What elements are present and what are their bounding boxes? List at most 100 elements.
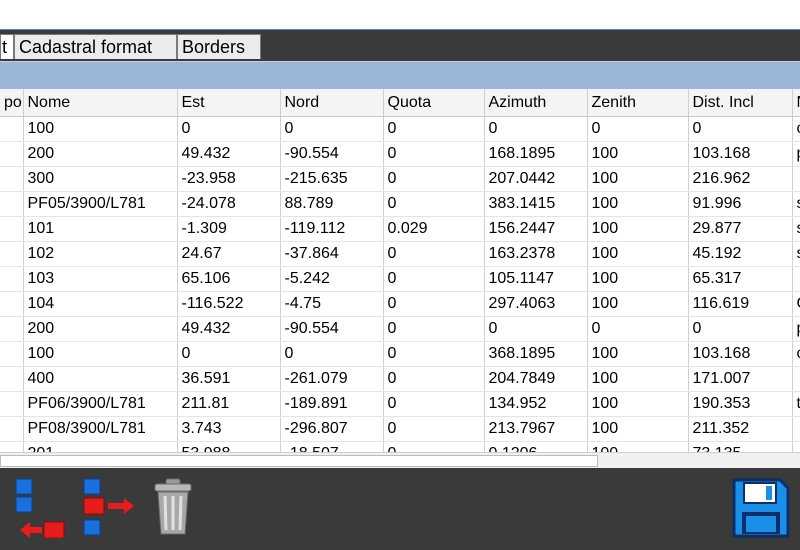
cell-nome[interactable]: 101 [23,216,178,242]
cell-zenith[interactable]: 100 [587,266,689,292]
cell-tipo[interactable] [0,441,24,452]
cell-note[interactable]: s [792,241,800,267]
cell-note[interactable]: c [792,116,800,142]
table-row[interactable]: 300 -23.958 -215.635 0 207.0442 100 216.962 [0,166,800,192]
cell-note[interactable] [792,266,800,292]
cell-dist-incl[interactable]: 65.317 [688,266,793,292]
horizontal-scrollbar[interactable] [0,452,800,468]
save-button[interactable] [732,478,790,538]
cell-tipo[interactable] [0,191,24,217]
column-header-note[interactable]: N [792,89,800,117]
cell-dist-incl[interactable]: 103.168 [688,341,793,367]
cell-zenith[interactable]: 100 [587,191,689,217]
cell-nome[interactable]: 104 [23,291,178,317]
table-row[interactable]: 10224.67-37.8640163.237810045.192s [0,241,800,267]
cell-est[interactable]: -24.078 [177,191,281,217]
cell-nord[interactable]: -296.807 [280,416,384,442]
cell-nord[interactable]: -119.112 [280,216,384,242]
column-header-zenith[interactable]: Zenith [587,89,689,117]
tab-borders[interactable]: Borders [177,34,261,59]
cell-tipo[interactable] [0,166,24,192]
cell-dist-incl[interactable]: 190.353 [688,391,793,417]
cell-note[interactable]: p [792,316,800,342]
cell-azimuth[interactable]: 368.1895 [484,341,588,367]
cell-est[interactable]: 49.432 [177,141,281,167]
cell-dist-incl[interactable]: 171.007 [688,366,793,392]
cell-tipo[interactable] [0,141,24,167]
cell-nord[interactable]: -215.635 [280,166,384,192]
table-row[interactable]: 400 36.591 -261.079 0 204.7849 100 171.007 [0,366,800,392]
cell-dist-incl[interactable]: 103.168 [688,141,793,167]
cell-dist-incl[interactable]: 73.135 [688,441,793,452]
cell-tipo[interactable] [0,316,24,342]
cell-tipo[interactable] [0,241,24,267]
cell-tipo[interactable] [0,266,24,292]
cell-azimuth[interactable]: 297.4063 [484,291,588,317]
cell-zenith[interactable]: 100 [587,166,689,192]
cell-est[interactable]: -1.309 [177,216,281,242]
cell-dist-incl[interactable]: 91.996 [688,191,793,217]
cell-quota[interactable]: 0 [383,341,485,367]
table-row[interactable]: PF06/3900/L781 211.81 -189.891 0 134.952 100 1… [0,391,800,417]
cell-nord[interactable]: -189.891 [280,391,384,417]
column-header-dist-incl[interactable]: Dist. Incl [688,89,793,117]
cell-nome[interactable]: 100 [23,341,178,367]
cell-quota[interactable]: 0 [383,316,485,342]
cell-nome[interactable]: 200 [23,316,178,342]
cell-nome[interactable]: 201 [23,441,178,452]
cell-note[interactable]: - [792,441,800,452]
cell-azimuth[interactable]: 204.7849 [484,366,588,392]
cell-dist-incl[interactable]: 29.877 [688,216,793,242]
cell-nord[interactable]: -90.554 [280,141,384,167]
cell-quota[interactable]: 0 [383,116,485,142]
cell-azimuth[interactable]: 207.0442 [484,166,588,192]
cell-tipo[interactable] [0,416,24,442]
column-header-tipo[interactable]: po [0,89,24,117]
cell-note[interactable]: tr [792,391,800,417]
table-row[interactable]: PF08/3900/L781 3.743 -296.807 0 213.7967 100 2… [0,416,800,442]
column-header-quota[interactable]: Quota [383,89,485,117]
cell-nome[interactable]: 103 [23,266,178,292]
cell-nome[interactable]: 200 [23,141,178,167]
cell-zenith[interactable]: 100 [587,341,689,367]
cell-tipo[interactable] [0,291,24,317]
cell-quota[interactable]: 0 [383,166,485,192]
cell-nord[interactable]: 0 [280,341,384,367]
cell-zenith[interactable]: 100 [587,416,689,442]
cell-est[interactable]: -116.522 [177,291,281,317]
table-row[interactable]: PF05/3900/L781 -24.078 88.789 0 383.1415 100 9… [0,191,800,217]
cell-tipo[interactable] [0,366,24,392]
cell-zenith[interactable]: 0 [587,116,689,142]
cell-azimuth[interactable]: 0 [484,116,588,142]
cell-nord[interactable]: -5.242 [280,266,384,292]
cell-tipo[interactable] [0,216,24,242]
cell-azimuth[interactable]: 383.1415 [484,191,588,217]
cell-azimuth[interactable]: 0.1206 [484,441,588,452]
cell-nome[interactable]: 400 [23,366,178,392]
column-header-azimuth[interactable]: Azimuth [484,89,588,117]
cell-quota[interactable]: 0 [383,291,485,317]
cell-est[interactable]: 3.743 [177,416,281,442]
cell-note[interactable] [792,366,800,392]
table-row[interactable]: 20049.432-90.5540168.1895100103.168p [0,141,800,167]
cell-est[interactable]: 24.67 [177,241,281,267]
cell-quota[interactable]: 0.029 [383,216,485,242]
table-row[interactable]: 100000000c [0,116,800,142]
cell-tipo[interactable] [0,116,24,142]
cell-nome[interactable]: PF08/3900/L781 [23,416,178,442]
table-row[interactable]: 20153.988-18.50700.120610073.135- [0,441,800,452]
table-row[interactable]: 103 65.106 -5.242 0 105.1147 100 65.317 [0,266,800,292]
cell-nord[interactable]: 0 [280,116,384,142]
cell-est[interactable]: 0 [177,341,281,367]
cell-quota[interactable]: 0 [383,366,485,392]
cell-zenith[interactable]: 100 [587,141,689,167]
cell-azimuth[interactable]: 213.7967 [484,416,588,442]
cell-quota[interactable]: 0 [383,266,485,292]
cell-azimuth[interactable]: 134.952 [484,391,588,417]
column-header-nome[interactable]: Nome [23,89,178,117]
cell-dist-incl[interactable]: 216.962 [688,166,793,192]
cell-nome[interactable]: PF06/3900/L781 [23,391,178,417]
cell-dist-incl[interactable]: 116.619 [688,291,793,317]
cell-est[interactable]: 53.988 [177,441,281,452]
column-header-nord[interactable]: Nord [280,89,384,117]
